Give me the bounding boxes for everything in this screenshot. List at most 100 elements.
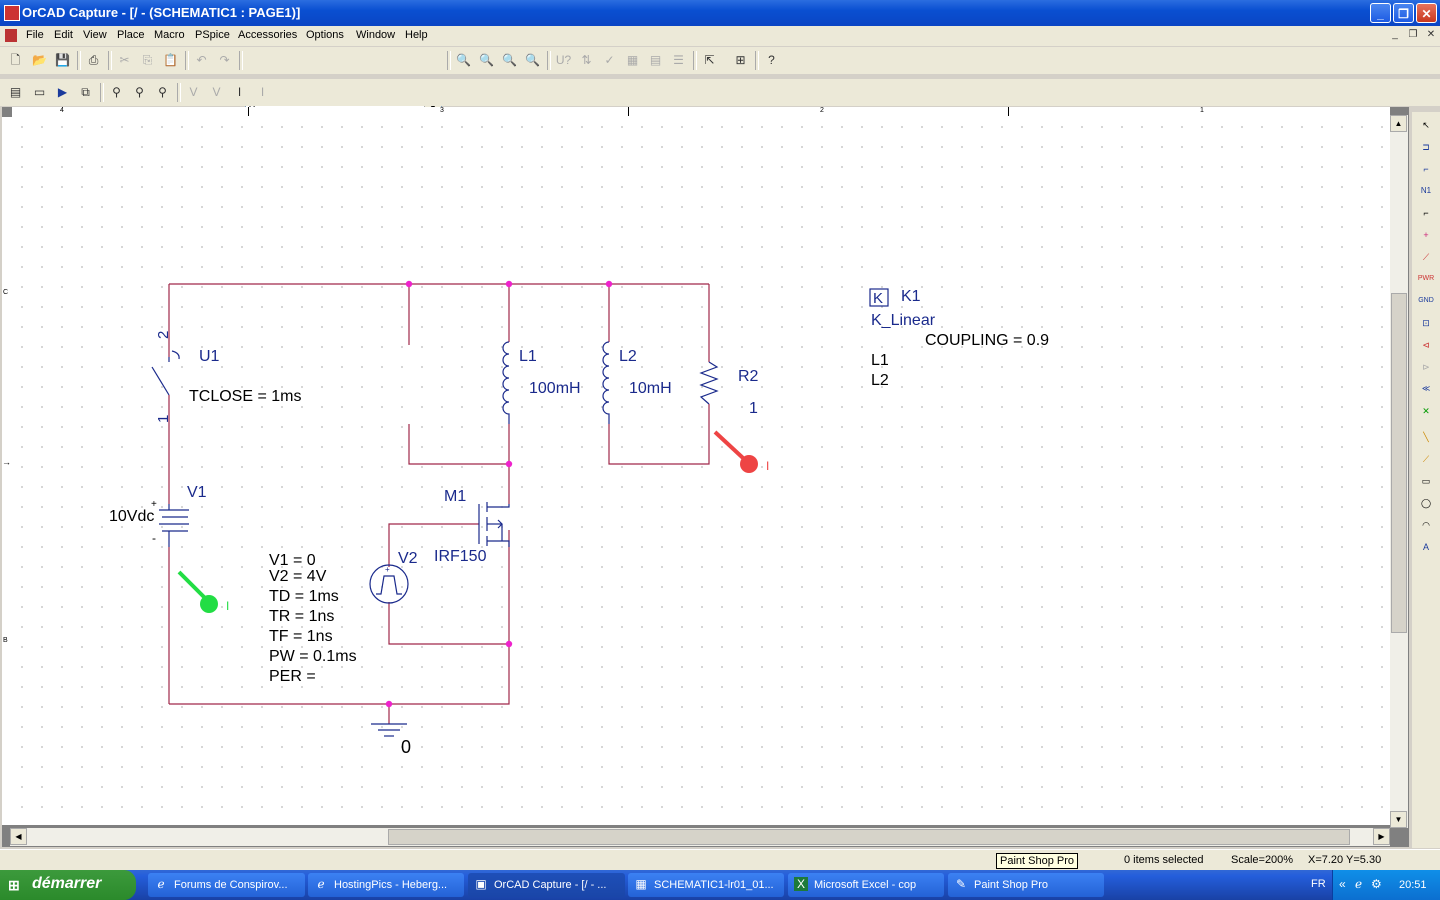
place-hierarchical-block-icon[interactable]: ⊡ [1416, 313, 1436, 333]
zoom-out-icon[interactable]: 🔍 [476, 50, 497, 71]
place-arc-icon[interactable]: ◠ [1416, 515, 1436, 535]
back-annotate-icon[interactable]: ⇅ [576, 50, 597, 71]
new-simulation-icon[interactable]: ▤ [5, 82, 26, 103]
run-icon[interactable]: ▶ [52, 82, 73, 103]
r2-ref[interactable]: R2 [738, 368, 759, 385]
k1-coupling[interactable]: COUPLING = 0.9 [925, 332, 1049, 349]
place-junction-icon[interactable]: + [1416, 225, 1436, 245]
v2-param[interactable]: TR = 1ns [269, 608, 334, 625]
menu-edit[interactable]: Edit [54, 29, 73, 41]
power-marker-icon[interactable]: ⚲ [152, 82, 173, 103]
k1-inductor[interactable]: L2 [871, 372, 889, 389]
task-ie-forums[interactable]: ℯ Forums de Conspirov... [148, 873, 305, 897]
mdi-restore-icon[interactable]: ❐ [1406, 29, 1420, 42]
menu-options[interactable]: Options [306, 29, 344, 41]
scroll-right-icon[interactable]: ▶ [1373, 828, 1390, 845]
schematic-drawing[interactable]: 2 1 U1 TCLOSE = 1ms + - V1 10Vdc L1 100m… [12, 117, 1390, 825]
m1-ref[interactable]: M1 [444, 488, 466, 505]
place-off-page-icon[interactable]: ≪ [1416, 379, 1436, 399]
bias-current-toggle-icon[interactable]: I [252, 82, 273, 103]
save-icon[interactable]: 💾 [52, 50, 73, 71]
scroll-left-icon[interactable]: ◀ [10, 828, 27, 845]
bias-voltage-icon[interactable]: V [183, 82, 204, 103]
v2-param[interactable]: PER = [269, 668, 316, 685]
v1-value[interactable]: 10Vdc [109, 508, 154, 525]
place-no-connect-icon[interactable]: ✕ [1416, 401, 1436, 421]
k1-ref[interactable]: K1 [901, 288, 921, 305]
copy-icon[interactable]: ⎘ [137, 50, 158, 71]
place-pin-icon[interactable]: ⊳ [1416, 357, 1436, 377]
zoom-all-icon[interactable]: 🔍 [522, 50, 543, 71]
menu-window[interactable]: Window [356, 29, 395, 41]
vertical-scroll-thumb[interactable] [1391, 293, 1407, 633]
menu-macro[interactable]: Macro [154, 29, 185, 41]
l2-ref[interactable]: L2 [619, 348, 637, 365]
task-schematic[interactable]: ▦ SCHEMATIC1-lr01_01... [628, 873, 784, 897]
menu-help[interactable]: Help [405, 29, 428, 41]
place-rectangle-icon[interactable]: ▭ [1416, 471, 1436, 491]
horizontal-scrollbar[interactable]: ◀ ▶ [10, 828, 1390, 846]
place-part-icon[interactable]: ⊐ [1416, 137, 1436, 157]
u1-tclose[interactable]: TCLOSE = 1ms [189, 388, 301, 405]
mdi-close-icon[interactable]: ✕ [1424, 29, 1438, 42]
l2-value[interactable]: 10mH [629, 380, 672, 397]
r2-value[interactable]: 1 [749, 400, 758, 417]
k1-model[interactable]: K_Linear [871, 312, 936, 329]
menu-pspice[interactable]: PSpice [195, 29, 230, 41]
mdi-minimize-icon[interactable]: _ [1388, 29, 1402, 42]
document-icon[interactable] [5, 29, 17, 42]
place-bus-entry-icon[interactable]: ⟋ [1416, 247, 1436, 267]
bill-of-materials-icon[interactable]: ☰ [668, 50, 689, 71]
v2-param[interactable]: PW = 0.1ms [269, 648, 357, 665]
m1-value[interactable]: IRF150 [434, 548, 487, 565]
select-tool-icon[interactable]: ↖ [1416, 115, 1436, 135]
task-excel[interactable]: X Microsoft Excel - cop [788, 873, 944, 897]
scroll-up-icon[interactable]: ▲ [1390, 115, 1407, 132]
scroll-down-icon[interactable]: ▼ [1390, 811, 1407, 828]
place-polyline-icon[interactable]: ⟋ [1416, 449, 1436, 469]
task-paint-shop-pro[interactable]: ✎ Paint Shop Pro [948, 873, 1104, 897]
v2-param[interactable]: TF = 1ns [269, 628, 333, 645]
menu-file[interactable]: File [26, 29, 44, 41]
zoom-area-icon[interactable]: 🔍 [499, 50, 520, 71]
u1-ref[interactable]: U1 [199, 348, 220, 365]
place-line-icon[interactable]: ╲ [1416, 427, 1436, 447]
l1-ref[interactable]: L1 [519, 348, 537, 365]
v2-param[interactable]: V1 = 0 [269, 552, 316, 569]
place-power-icon[interactable]: PWR [1416, 269, 1436, 289]
new-icon[interactable]: 🗋 [5, 50, 26, 71]
v2-param[interactable]: TD = 1ms [269, 588, 339, 605]
restore-button[interactable]: ❐ [1393, 3, 1414, 23]
open-icon[interactable]: 📂 [29, 50, 50, 71]
close-button[interactable]: ✕ [1416, 3, 1437, 23]
place-net-alias-icon[interactable]: N1 [1416, 181, 1436, 201]
menu-view[interactable]: View [83, 29, 107, 41]
bias-current-icon[interactable]: I [229, 82, 250, 103]
redo-icon[interactable]: ↷ [214, 50, 235, 71]
tray-network-icon[interactable]: ℯ [1355, 877, 1362, 891]
voltage-marker-icon[interactable]: ⚲ [106, 82, 127, 103]
place-port-icon[interactable]: ⊲ [1416, 335, 1436, 355]
zoom-in-icon[interactable]: 🔍 [453, 50, 474, 71]
menu-accessories[interactable]: Accessories [238, 29, 297, 41]
annotate-icon[interactable]: U? [553, 50, 574, 71]
task-ie-hostingpics[interactable]: ℯ HostingPics - Heberg... [308, 873, 464, 897]
view-results-icon[interactable]: ⧉ [75, 82, 96, 103]
vertical-scrollbar[interactable]: ▲ ▼ [1390, 115, 1408, 828]
paste-icon[interactable]: 📋 [160, 50, 181, 71]
v2-param[interactable]: V2 = 4V [269, 568, 327, 585]
bias-voltage-toggle-icon[interactable]: V [206, 82, 227, 103]
task-orcad-capture[interactable]: ▣ OrCAD Capture - [/ - ... [468, 873, 625, 897]
snap-to-grid-icon[interactable]: ⇱ [699, 50, 720, 71]
cross-reference-icon[interactable]: ▤ [645, 50, 666, 71]
cut-icon[interactable]: ✂ [114, 50, 135, 71]
edit-simulation-icon[interactable]: ▭ [29, 82, 50, 103]
print-icon[interactable]: ⎙ [83, 50, 104, 71]
start-button[interactable]: ⊞ démarrer [0, 870, 136, 900]
place-bus-icon[interactable]: ⌐ [1416, 203, 1436, 223]
netlist-icon[interactable]: ▦ [622, 50, 643, 71]
place-ground-icon[interactable]: GND [1416, 291, 1436, 311]
drc-icon[interactable]: ✓ [599, 50, 620, 71]
current-marker-icon[interactable]: ⚲ [129, 82, 150, 103]
minimize-button[interactable]: _ [1370, 3, 1391, 23]
